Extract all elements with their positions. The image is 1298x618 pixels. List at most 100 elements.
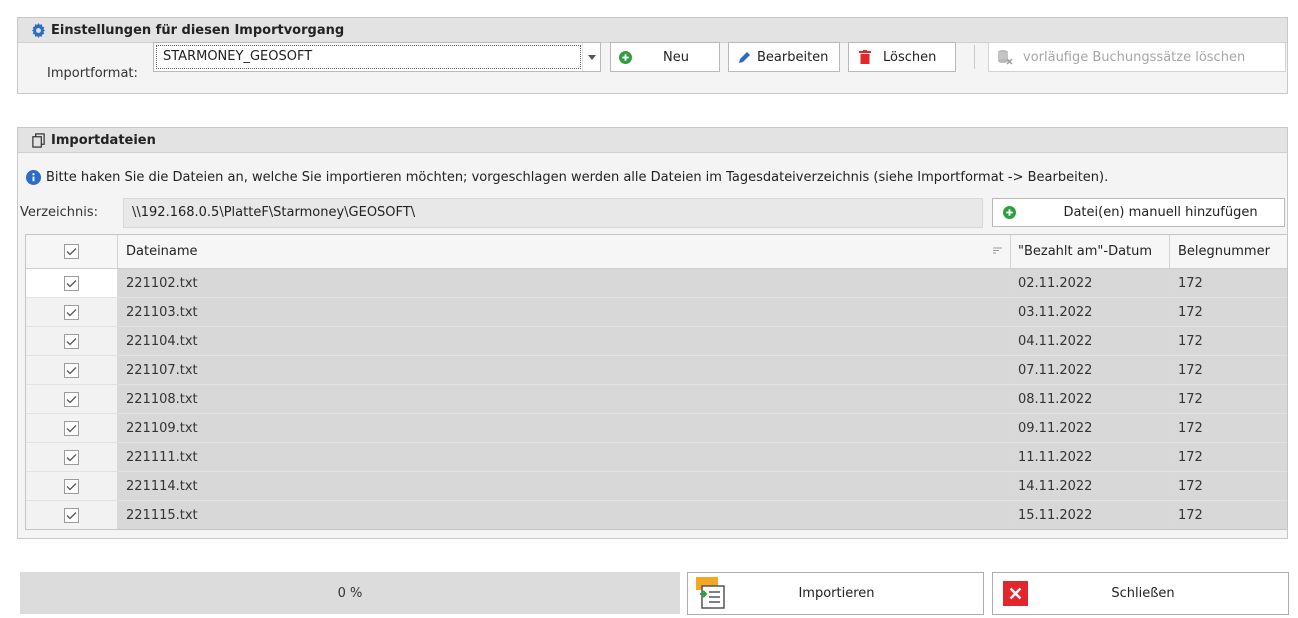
header-paid-date[interactable]: "Bezahlt am"-Datum — [1011, 235, 1170, 268]
row-paid-date: 15.11.2022 — [1011, 501, 1170, 529]
row-doc-number: 172 — [1170, 269, 1287, 297]
row-checkbox-cell[interactable] — [26, 501, 118, 529]
edit-button[interactable]: Bearbeiten — [728, 42, 840, 72]
row-checkbox[interactable] — [64, 420, 79, 436]
row-checkbox[interactable] — [64, 478, 79, 494]
table-row[interactable]: 221104.txt 04.11.2022 172 — [26, 327, 1287, 356]
row-checkbox[interactable] — [64, 275, 79, 291]
row-doc-number: 172 — [1170, 385, 1287, 413]
row-checkbox[interactable] — [64, 304, 79, 320]
row-paid-date: 08.11.2022 — [1011, 385, 1170, 413]
header-select-all[interactable] — [26, 235, 118, 268]
row-checkbox[interactable] — [64, 362, 79, 378]
new-button-label: Neu — [663, 49, 689, 65]
row-checkbox[interactable] — [64, 507, 79, 523]
copy-icon — [30, 132, 46, 148]
new-button[interactable]: Neu — [610, 42, 720, 72]
row-paid-date: 14.11.2022 — [1011, 472, 1170, 500]
delete-button[interactable]: Löschen — [848, 42, 956, 72]
add-files-manually-label: Datei(en) manuell hinzufügen — [1063, 205, 1258, 220]
table-row[interactable]: 221108.txt 08.11.2022 172 — [26, 385, 1287, 414]
header-doc-number[interactable]: Belegnummer — [1170, 235, 1287, 268]
row-paid-date: 07.11.2022 — [1011, 356, 1170, 384]
table-row[interactable]: 221114.txt 14.11.2022 172 — [26, 472, 1287, 501]
row-doc-number: 172 — [1170, 414, 1287, 442]
row-filename: 221115.txt — [118, 501, 1011, 529]
import-files-group: Importdateien Bitte haken Sie die Dateie… — [17, 127, 1288, 539]
row-checkbox-cell[interactable] — [26, 327, 118, 355]
delete-preliminary-button[interactable]: vorläufige Buchungssätze löschen — [988, 42, 1286, 72]
row-doc-number: 172 — [1170, 443, 1287, 471]
progress-bar: 0 % — [20, 572, 680, 614]
close-button[interactable]: Schließen — [992, 572, 1289, 615]
files-grid: Dateiname "Bezahlt am"-Datum Belegnummer… — [25, 234, 1288, 530]
import-format-value: STARMONEY_GEOSOFT — [156, 45, 581, 69]
header-doc-number-label: Belegnummer — [1178, 244, 1270, 259]
row-doc-number: 172 — [1170, 472, 1287, 500]
database-delete-icon — [997, 49, 1013, 65]
import-button[interactable]: Importieren — [687, 572, 984, 615]
table-row[interactable]: 221115.txt 15.11.2022 172 — [26, 501, 1287, 529]
row-paid-date: 02.11.2022 — [1011, 269, 1170, 297]
row-checkbox-cell[interactable] — [26, 385, 118, 413]
select-all-checkbox[interactable] — [64, 244, 79, 259]
directory-field[interactable]: \\192.168.0.5\PlatteF\Starmoney\GEOSOFT\ — [123, 198, 983, 228]
row-filename: 221108.txt — [118, 385, 1011, 413]
import-files-header: Importdateien — [18, 128, 1287, 153]
delete-button-label: Löschen — [883, 49, 937, 65]
add-files-manually-button[interactable]: Datei(en) manuell hinzufügen — [992, 198, 1285, 227]
close-button-label: Schließen — [1111, 586, 1175, 601]
row-filename: 221109.txt — [118, 414, 1011, 442]
row-checkbox[interactable] — [64, 449, 79, 465]
toolbar-separator — [974, 45, 975, 69]
row-filename: 221104.txt — [118, 327, 1011, 355]
plus-circle-icon — [617, 49, 633, 65]
info-icon — [26, 170, 41, 185]
table-row[interactable]: 221111.txt 11.11.2022 172 — [26, 443, 1287, 472]
row-checkbox[interactable] — [64, 391, 79, 407]
import-files-title: Importdateien — [51, 132, 156, 148]
import-list-icon — [694, 576, 730, 611]
row-filename: 221102.txt — [118, 269, 1011, 297]
row-checkbox[interactable] — [64, 333, 79, 349]
row-paid-date: 09.11.2022 — [1011, 414, 1170, 442]
table-row[interactable]: 221102.txt 02.11.2022 172 — [26, 269, 1287, 298]
row-checkbox-cell[interactable] — [26, 472, 118, 500]
import-format-select[interactable]: STARMONEY_GEOSOFT — [153, 42, 601, 72]
row-doc-number: 172 — [1170, 327, 1287, 355]
info-text-row: Bitte haken Sie die Dateien an, welche S… — [26, 170, 1108, 185]
delete-preliminary-label: vorläufige Buchungssätze löschen — [1023, 49, 1246, 65]
settings-header: Einstellungen für diesen Importvorgang — [18, 18, 1287, 43]
row-filename: 221103.txt — [118, 298, 1011, 326]
table-row[interactable]: 221107.txt 07.11.2022 172 — [26, 356, 1287, 385]
row-doc-number: 172 — [1170, 356, 1287, 384]
chevron-down-icon[interactable] — [582, 43, 600, 71]
directory-label: Verzeichnis: — [20, 205, 99, 220]
pencil-icon — [737, 49, 753, 65]
header-paid-date-label: "Bezahlt am"-Datum — [1018, 244, 1153, 259]
table-row[interactable]: 221103.txt 03.11.2022 172 — [26, 298, 1287, 327]
table-row[interactable]: 221109.txt 09.11.2022 172 — [26, 414, 1287, 443]
row-doc-number: 172 — [1170, 298, 1287, 326]
row-filename: 221114.txt — [118, 472, 1011, 500]
row-checkbox-cell[interactable] — [26, 298, 118, 326]
row-paid-date: 03.11.2022 — [1011, 298, 1170, 326]
info-text: Bitte haken Sie die Dateien an, welche S… — [46, 170, 1109, 185]
trash-icon — [857, 49, 873, 65]
gear-icon — [30, 22, 46, 38]
progress-text: 0 % — [337, 585, 363, 601]
row-checkbox-cell[interactable] — [26, 269, 118, 297]
header-filename-label: Dateiname — [126, 244, 198, 259]
header-filename[interactable]: Dateiname — [118, 235, 1011, 268]
close-icon — [1003, 581, 1028, 606]
import-button-label: Importieren — [798, 586, 875, 601]
row-filename: 221107.txt — [118, 356, 1011, 384]
row-checkbox-cell[interactable] — [26, 443, 118, 471]
plus-circle-icon — [1001, 205, 1017, 221]
edit-button-label: Bearbeiten — [757, 49, 829, 65]
row-checkbox-cell[interactable] — [26, 356, 118, 384]
settings-title: Einstellungen für diesen Importvorgang — [51, 22, 345, 38]
row-checkbox-cell[interactable] — [26, 414, 118, 442]
row-doc-number: 172 — [1170, 501, 1287, 529]
sort-icon — [993, 244, 1002, 259]
